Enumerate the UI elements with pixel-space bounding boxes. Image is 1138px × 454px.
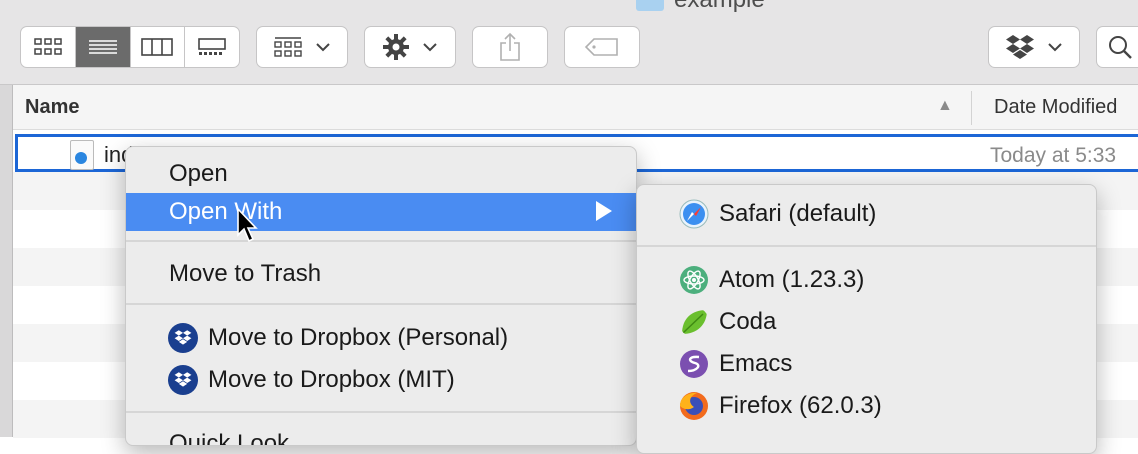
dropbox-icon <box>168 323 198 353</box>
group-by-button[interactable] <box>256 26 348 68</box>
open-with-submenu: Safari (default) Atom (1.23.3) Coda Emac… <box>636 184 1097 454</box>
column-divider[interactable] <box>971 91 972 125</box>
context-menu: Open Open With Move to Trash Move to Dro… <box>125 146 637 446</box>
chevron-down-icon <box>423 43 437 52</box>
list-view-icon <box>88 40 117 54</box>
menu-item-label: Move to Dropbox (MIT) <box>208 366 455 393</box>
tag-button[interactable] <box>564 26 640 68</box>
dropbox-icon <box>1006 35 1034 59</box>
gallery-view-icon <box>198 38 226 55</box>
menu-separator <box>126 303 636 305</box>
list-view-button[interactable] <box>75 27 131 67</box>
share-button[interactable] <box>472 26 548 68</box>
file-date-modified: Today at 5:33 <box>990 144 1117 167</box>
mouse-pointer-icon <box>237 207 258 243</box>
chevron-down-icon <box>316 43 330 52</box>
tag-icon <box>584 38 618 56</box>
menu-item-label: Firefox (62.0.3) <box>719 392 882 419</box>
column-header-name[interactable]: Name <box>25 96 79 119</box>
search-icon <box>1109 36 1132 59</box>
menu-item-coda[interactable]: Coda <box>637 303 1096 341</box>
menu-item-label: Move to Dropbox (Personal) <box>208 324 509 351</box>
menu-item-label: Open <box>169 160 228 187</box>
dropbox-button[interactable] <box>988 26 1080 68</box>
menu-item-quick-look[interactable]: Quick Look <box>126 425 636 446</box>
atom-icon <box>680 266 708 294</box>
emacs-icon <box>680 350 708 378</box>
firefox-icon <box>680 392 708 420</box>
column-view-icon <box>141 38 174 56</box>
column-header-row: Name ▲ Date Modified <box>13 85 1138 130</box>
icon-view-button[interactable] <box>21 27 76 67</box>
menu-item-move-to-trash[interactable]: Move to Trash <box>126 255 636 293</box>
menu-item-label: Coda <box>719 308 777 335</box>
share-icon <box>500 32 520 61</box>
group-icon <box>274 37 302 57</box>
column-view-button[interactable] <box>131 27 186 67</box>
menu-item-move-to-dropbox-mit[interactable]: Move to Dropbox (MIT) <box>126 361 636 399</box>
menu-item-label: Quick Look <box>169 430 290 446</box>
view-mode-segmented-control <box>20 26 240 68</box>
toolbar: example <box>0 0 1138 85</box>
chevron-down-icon <box>1048 43 1062 52</box>
coda-leaf-icon <box>682 310 707 334</box>
window-title: example <box>636 0 765 13</box>
folder-icon <box>636 0 664 11</box>
icon-view-icon <box>34 38 62 55</box>
safari-icon <box>679 199 709 229</box>
menu-item-label: Open With <box>169 198 283 225</box>
menu-item-label: Emacs <box>719 350 793 377</box>
menu-separator <box>126 240 636 242</box>
menu-item-open[interactable]: Open <box>126 155 636 193</box>
sidebar-edge <box>0 85 13 437</box>
sort-ascending-icon: ▲ <box>937 97 953 114</box>
gallery-view-button[interactable] <box>185 27 239 67</box>
html-file-icon <box>70 140 94 170</box>
menu-item-safari[interactable]: Safari (default) <box>637 195 1096 233</box>
menu-item-emacs[interactable]: Emacs <box>637 345 1096 383</box>
menu-item-label: Atom (1.23.3) <box>719 266 865 293</box>
menu-item-label: Safari (default) <box>719 200 877 227</box>
dropbox-icon <box>168 365 198 395</box>
menu-item-open-with[interactable]: Open With <box>126 193 636 231</box>
menu-separator <box>126 411 636 413</box>
menu-item-firefox[interactable]: Firefox (62.0.3) <box>637 387 1096 425</box>
action-button[interactable] <box>364 26 456 68</box>
menu-separator <box>637 245 1096 247</box>
search-field[interactable] <box>1096 26 1138 68</box>
window-title-text: example <box>674 0 765 13</box>
menu-item-move-to-dropbox-personal[interactable]: Move to Dropbox (Personal) <box>126 319 636 357</box>
menu-item-label: Move to Trash <box>169 260 322 287</box>
action-gear-icon <box>383 34 409 60</box>
column-header-date-modified[interactable]: Date Modified <box>994 96 1117 119</box>
submenu-arrow-icon <box>596 201 612 221</box>
menu-item-atom[interactable]: Atom (1.23.3) <box>637 261 1096 299</box>
